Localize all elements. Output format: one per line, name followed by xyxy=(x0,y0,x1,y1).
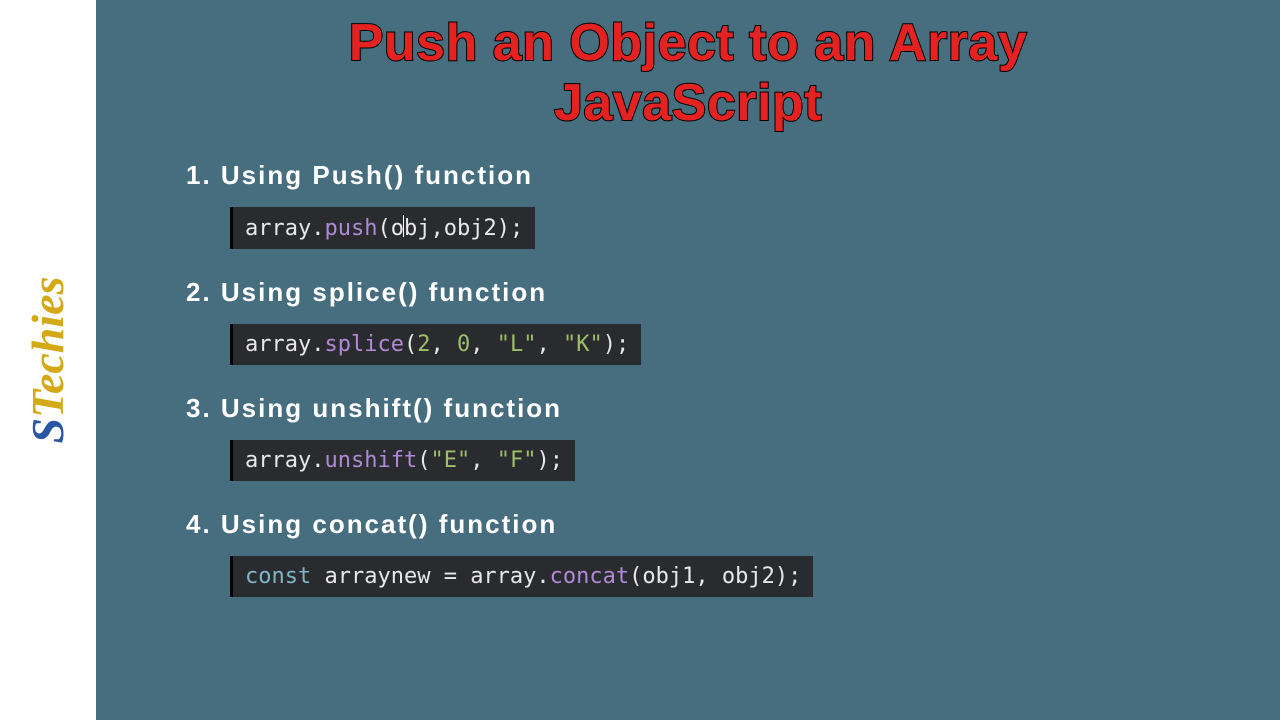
code-method: concat xyxy=(550,564,629,589)
code-wrap: const arraynew = array.concat(obj1, obj2… xyxy=(186,556,1280,597)
code-close: ); xyxy=(497,216,524,241)
code-number: 0 xyxy=(457,332,470,357)
brand-first-letter: S xyxy=(22,418,73,444)
brand-logo: STechies xyxy=(25,277,71,444)
code-eq: = xyxy=(444,564,471,589)
code-comma: , xyxy=(470,448,497,473)
title-line-2: JavaScript xyxy=(554,74,822,132)
code-method: splice xyxy=(324,332,403,357)
code-keyword: const xyxy=(245,564,311,589)
code-comma: , xyxy=(536,332,563,357)
code-object: array xyxy=(245,216,311,241)
title-line-1: Push an Object to an Array xyxy=(349,14,1028,72)
code-string: "K" xyxy=(563,332,603,357)
code-number: 2 xyxy=(417,332,430,357)
code-object: array xyxy=(245,332,311,357)
code-arg: o xyxy=(391,216,404,241)
code-comma: , xyxy=(430,216,443,241)
section-heading-splice: 2. Using splice() function xyxy=(186,277,1280,308)
code-open: ( xyxy=(417,448,430,473)
code-arg: obj2 xyxy=(722,564,775,589)
code-dot: . xyxy=(311,332,324,357)
code-comma: , xyxy=(695,564,722,589)
code-arg: obj1 xyxy=(642,564,695,589)
code-string: "L" xyxy=(497,332,537,357)
code-method: unshift xyxy=(324,448,417,473)
section-heading-unshift: 3. Using unshift() function xyxy=(186,393,1280,424)
page-title: Push an Object to an Array JavaScript xyxy=(349,14,1028,134)
code-close: ); xyxy=(775,564,802,589)
content-list: 1. Using Push() function array.push(obj,… xyxy=(96,160,1280,597)
code-open: ( xyxy=(404,332,417,357)
code-comma: , xyxy=(470,332,497,357)
code-string: "E" xyxy=(430,448,470,473)
document-root: STechies Push an Object to an Array Java… xyxy=(0,0,1280,720)
code-method: push xyxy=(324,216,377,241)
code-close: ); xyxy=(603,332,630,357)
title-container: Push an Object to an Array JavaScript xyxy=(96,14,1280,134)
section-heading-concat: 4. Using concat() function xyxy=(186,509,1280,540)
section-heading-push: 1. Using Push() function xyxy=(186,160,1280,191)
code-dot: . xyxy=(311,216,324,241)
code-unshift: array.unshift("E", "F"); xyxy=(230,440,575,481)
code-concat: const arraynew = array.concat(obj1, obj2… xyxy=(230,556,813,597)
code-push: array.push(obj,obj2); xyxy=(230,207,535,249)
left-sidebar: STechies xyxy=(0,0,96,720)
code-wrap: array.push(obj,obj2); xyxy=(186,207,1280,249)
code-string: "F" xyxy=(497,448,537,473)
code-object: array xyxy=(245,448,311,473)
code-dot: . xyxy=(536,564,549,589)
code-open: ( xyxy=(377,216,390,241)
code-wrap: array.splice(2, 0, "L", "K"); xyxy=(186,324,1280,365)
code-arg: bj xyxy=(404,216,431,241)
code-open: ( xyxy=(629,564,642,589)
code-wrap: array.unshift("E", "F"); xyxy=(186,440,1280,481)
code-dot: . xyxy=(311,448,324,473)
code-splice: array.splice(2, 0, "L", "K"); xyxy=(230,324,641,365)
brand-rest: Techies xyxy=(22,277,73,418)
code-object: array xyxy=(470,564,536,589)
code-lhs: arraynew xyxy=(311,564,443,589)
code-arg: obj2 xyxy=(444,216,497,241)
main-panel: Push an Object to an Array JavaScript 1.… xyxy=(96,0,1280,720)
code-close: ); xyxy=(536,448,563,473)
code-comma: , xyxy=(430,332,457,357)
